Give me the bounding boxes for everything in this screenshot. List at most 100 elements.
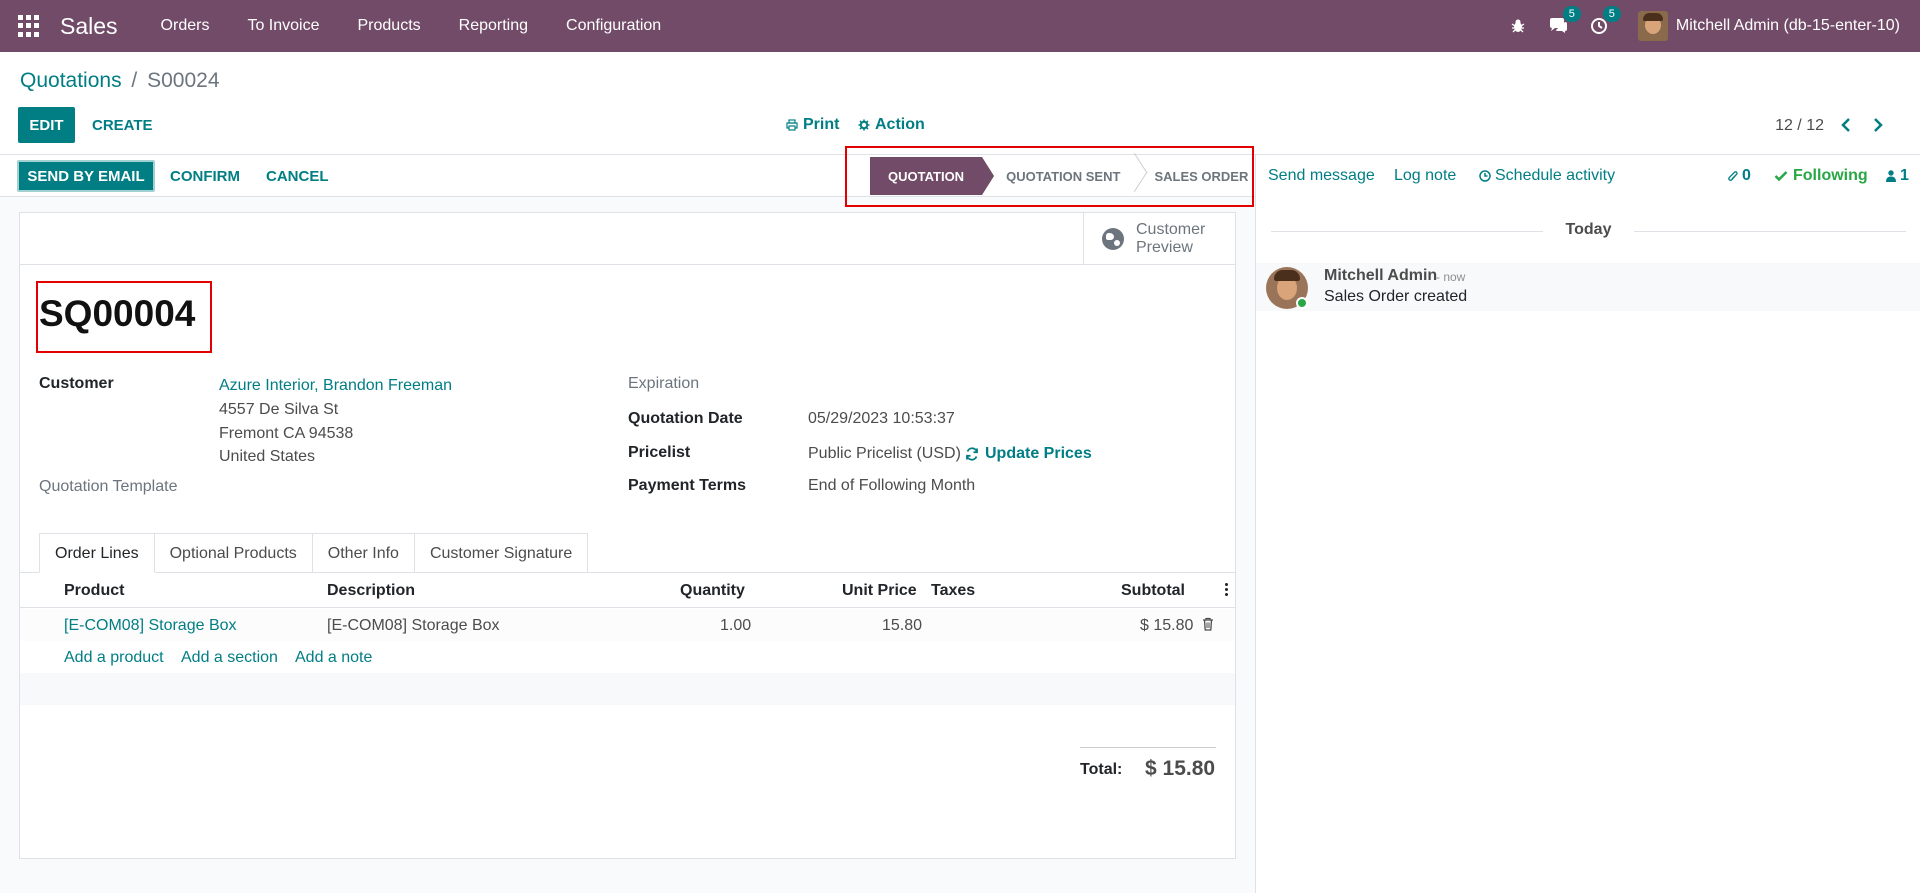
tab-customer-signature[interactable]: Customer Signature xyxy=(414,533,589,573)
message-body: Sales Order created xyxy=(1324,288,1468,305)
message-author[interactable]: Mitchell Admin xyxy=(1324,267,1437,285)
followers-button[interactable]: 1 xyxy=(1886,167,1909,185)
control-panel: Quotations / S00024 EDIT CREATE Print Ac… xyxy=(0,52,1920,155)
action-label: Action xyxy=(875,116,925,133)
form-sheet: Customer Preview SQ00004 Customer Azure … xyxy=(19,212,1236,859)
user-icon xyxy=(1886,170,1896,182)
action-button[interactable]: Action xyxy=(858,107,925,143)
payment-terms-label: Payment Terms xyxy=(628,477,746,494)
table-row[interactable]: [E-COM08] Storage Box [E-COM08] Storage … xyxy=(20,609,1235,641)
notebook-tabs: Order Lines Optional Products Other Info… xyxy=(39,533,589,573)
menu-orders[interactable]: Orders xyxy=(142,0,229,52)
empty-row xyxy=(20,673,1235,705)
tab-order-lines[interactable]: Order Lines xyxy=(39,533,155,573)
address-line-3: United States xyxy=(219,448,316,465)
check-icon xyxy=(1774,171,1788,182)
user-menu[interactable]: Mitchell Admin (db-15-enter-10) xyxy=(1637,11,1900,41)
confirm-button[interactable]: CONFIRM xyxy=(170,160,240,192)
tab-other-info[interactable]: Other Info xyxy=(312,533,415,573)
pricelist-value[interactable]: Public Pricelist (USD) xyxy=(808,445,961,463)
update-prices-button[interactable]: Update Prices xyxy=(965,445,1092,463)
print-button[interactable]: Print xyxy=(786,107,839,143)
trash-icon[interactable] xyxy=(1202,617,1214,631)
schedule-activity-button[interactable]: Schedule activity xyxy=(1479,167,1615,185)
paperclip-icon xyxy=(1728,170,1738,181)
following-button[interactable]: Following xyxy=(1774,167,1868,185)
breadcrumb-quotations[interactable]: Quotations xyxy=(20,69,122,92)
menu-configuration[interactable]: Configuration xyxy=(547,0,680,52)
stage-highlight-box xyxy=(845,146,1254,207)
top-navbar: Sales Orders To Invoice Products Reporti… xyxy=(0,0,1920,52)
add-section-link[interactable]: Add a section xyxy=(181,649,278,667)
gear-icon xyxy=(858,119,870,131)
messages-badge: 5 xyxy=(1562,6,1581,22)
quotation-date-value[interactable]: 05/29/2023 10:53:37 xyxy=(808,410,955,428)
address-line-1: 4557 De Silva St xyxy=(219,401,339,418)
add-product-link[interactable]: Add a product xyxy=(64,649,164,667)
row-description[interactable]: [E-COM08] Storage Box xyxy=(327,617,500,635)
add-line-row: Add a product Add a section Add a note xyxy=(20,641,1235,673)
create-button[interactable]: CREATE xyxy=(92,107,153,143)
schedule-activity-label: Schedule activity xyxy=(1495,167,1616,184)
app-brand[interactable]: Sales xyxy=(60,13,118,40)
breadcrumb: Quotations / S00024 xyxy=(20,69,220,93)
row-product[interactable]: [E-COM08] Storage Box xyxy=(64,617,237,635)
order-lines-header: Product Description Quantity Unit Price … xyxy=(20,573,1235,608)
breadcrumb-separator: / xyxy=(131,69,138,92)
column-taxes[interactable]: Taxes xyxy=(931,582,975,600)
customer-link[interactable]: Azure Interior, Brandon Freeman xyxy=(219,377,452,395)
column-quantity[interactable]: Quantity xyxy=(680,582,745,600)
customer-preview-label: Customer Preview xyxy=(1136,221,1206,256)
apps-menu-icon[interactable] xyxy=(18,15,40,37)
row-unit-price[interactable]: 15.80 xyxy=(882,617,922,635)
systray: 5 5 Mitchell Admin (db-15-enter-10) xyxy=(1510,0,1920,52)
attachments-button[interactable]: 0 xyxy=(1727,167,1751,185)
pager-value[interactable]: 12 / 12 xyxy=(1775,117,1824,135)
total-value: $ 15.80 xyxy=(1145,757,1216,780)
total-divider xyxy=(1080,747,1216,748)
chat-icon[interactable]: 5 xyxy=(1548,6,1581,35)
pricelist-label: Pricelist xyxy=(628,444,691,461)
print-icon xyxy=(786,119,798,131)
menu-reporting[interactable]: Reporting xyxy=(440,0,547,52)
total-label: Total: xyxy=(1080,761,1123,778)
log-note-button[interactable]: Log note xyxy=(1394,167,1456,185)
clock-icon xyxy=(1479,170,1491,182)
send-by-email-button[interactable]: SEND BY EMAIL xyxy=(17,160,155,192)
expiration-label: Expiration xyxy=(628,375,700,392)
chatter-message: Mitchell Admin - now Sales Order created xyxy=(1256,263,1920,311)
clock-icon[interactable]: 5 xyxy=(1590,6,1621,35)
payment-terms-value[interactable]: End of Following Month xyxy=(808,477,975,495)
customer-preview-button[interactable]: Customer Preview xyxy=(1083,213,1235,265)
date-separator: Today xyxy=(1256,221,1920,241)
date-separator-label: Today xyxy=(1565,221,1612,238)
attachments-count: 0 xyxy=(1742,167,1751,184)
column-description[interactable]: Description xyxy=(327,582,415,600)
column-product[interactable]: Product xyxy=(64,582,124,600)
send-message-button[interactable]: Send message xyxy=(1268,167,1375,185)
pager-next-icon[interactable] xyxy=(1866,112,1890,138)
row-quantity[interactable]: 1.00 xyxy=(720,617,751,635)
button-box: Customer Preview xyxy=(20,213,1235,265)
quotation-date-label: Quotation Date xyxy=(628,410,743,427)
main-menu: Orders To Invoice Products Reporting Con… xyxy=(142,0,681,52)
cancel-button[interactable]: CANCEL xyxy=(266,160,329,192)
menu-to-invoice[interactable]: To Invoice xyxy=(228,0,338,52)
menu-products[interactable]: Products xyxy=(339,0,440,52)
followers-count: 1 xyxy=(1900,167,1909,184)
pager-previous-icon[interactable] xyxy=(1834,112,1858,138)
following-label: Following xyxy=(1793,167,1868,184)
message-date: - now xyxy=(1436,270,1466,284)
globe-icon xyxy=(1102,228,1124,250)
column-subtotal[interactable]: Subtotal xyxy=(1121,582,1185,600)
activities-badge: 5 xyxy=(1602,6,1621,22)
edit-button[interactable]: EDIT xyxy=(18,107,75,143)
optional-columns-icon[interactable] xyxy=(1225,583,1229,598)
address-line-2: Fremont CA 94538 xyxy=(219,425,354,442)
column-unit-price[interactable]: Unit Price xyxy=(842,582,917,600)
bug-icon[interactable] xyxy=(1510,18,1526,34)
chatter: Send message Log note Schedule activity … xyxy=(1255,155,1920,893)
add-note-link[interactable]: Add a note xyxy=(295,649,372,667)
tab-optional-products[interactable]: Optional Products xyxy=(154,533,313,573)
quotation-template-label: Quotation Template xyxy=(39,478,178,495)
